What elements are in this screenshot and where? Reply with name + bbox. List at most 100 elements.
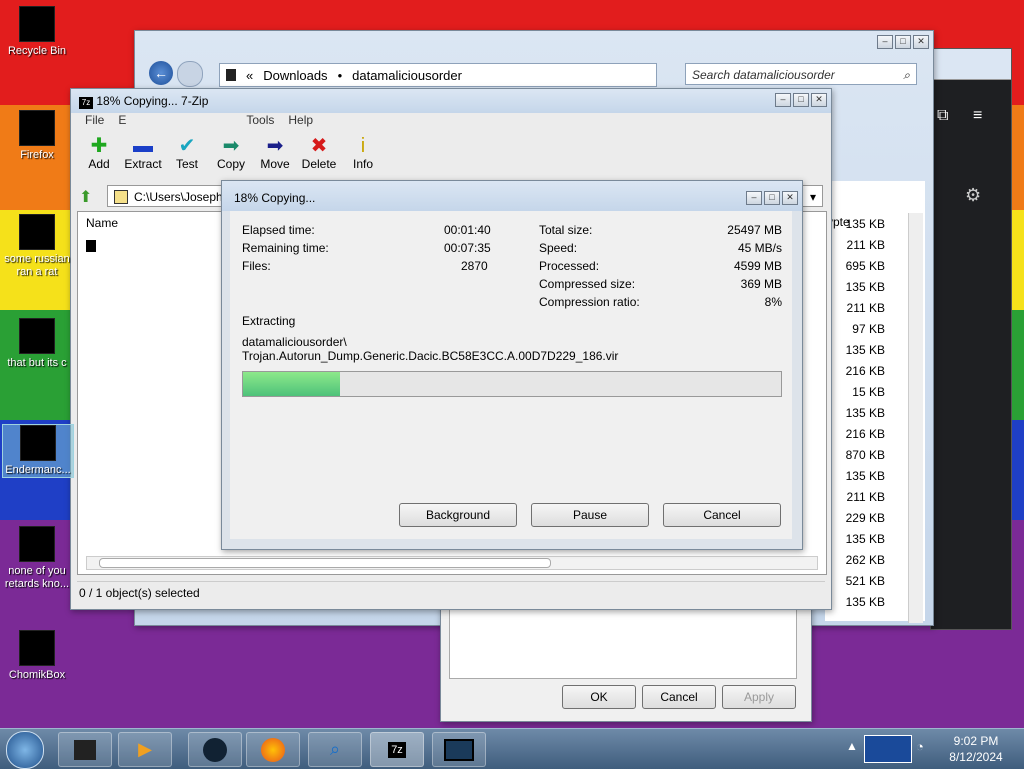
back-button[interactable]: ← <box>149 61 173 85</box>
start-button[interactable] <box>6 731 44 769</box>
desktop-icon[interactable]: Endermanc... <box>2 424 74 478</box>
desktop-icon[interactable]: that but its c <box>2 318 72 370</box>
menu-icon[interactable]: ≡ <box>973 107 982 125</box>
menu-help[interactable]: Help <box>288 113 313 131</box>
forward-button[interactable] <box>177 61 203 87</box>
test-button[interactable]: ✔ Test <box>165 135 209 171</box>
desktop: ⧉ ≡ ⚙ – □ ✕ ← « Downloads • datamaliciouso… <box>0 0 1024 728</box>
progress-dialog: 18% Copying... – □ ✕ Elapsed time: 00:01:4… <box>221 180 803 550</box>
scroll-thumb[interactable] <box>99 558 551 568</box>
scrollbar[interactable] <box>908 213 923 623</box>
taskbar-item-7zip[interactable]: 7z <box>370 732 424 767</box>
info-icon: i <box>360 135 366 157</box>
file-item-icon[interactable] <box>86 240 96 252</box>
search-input[interactable]: Search datamaliciousorder ⌕ <box>685 63 917 85</box>
browser-window-bg: ⧉ ≡ ⚙ <box>930 48 1012 630</box>
browser-caption <box>931 49 1011 80</box>
close-icon[interactable]: ✕ <box>913 35 929 49</box>
7zip-titlebar: 7z 18% Copying... 7-Zip <box>71 89 831 113</box>
taskbar-item-globe[interactable] <box>188 732 242 767</box>
breadcrumb-downloads[interactable]: Downloads <box>263 68 327 83</box>
minimize-icon[interactable]: – <box>746 191 762 205</box>
clock-time: 9:02 PM <box>953 734 999 748</box>
tray-overflow-icon[interactable]: ▲ <box>846 739 858 753</box>
info-label: Info <box>352 157 373 171</box>
apply-button[interactable]: Apply <box>722 685 796 709</box>
file-size-column: ypte 135 KB 211 KB 695 KB 135 KB 211 KB 97 KB… <box>825 181 925 623</box>
desktop-icon[interactable]: Recycle Bin <box>2 6 72 58</box>
firefox-icon <box>261 737 285 762</box>
breadcrumb-separator: « <box>246 67 254 83</box>
path-folder-icon <box>114 190 128 204</box>
taskbar-item-search[interactable]: ⌕ <box>308 732 362 767</box>
up-folder-icon[interactable]: ⬆ <box>79 187 99 207</box>
total-size-value: 25497 MB <box>727 223 782 237</box>
copy-label: Copy <box>216 157 245 171</box>
desktop-icon[interactable]: none of you retards kno... <box>2 526 72 591</box>
move-button[interactable]: ➡ Move <box>253 135 297 171</box>
taskbar-item-media[interactable]: ▶ <box>118 732 172 767</box>
add-button[interactable]: ✚ Add <box>77 135 121 171</box>
delete-label: Delete <box>301 157 337 171</box>
path-dropdown-icon[interactable]: ▾ <box>810 186 816 208</box>
taskbar-item-firefox[interactable] <box>246 732 300 767</box>
remaining-label: Remaining time: <box>242 241 329 255</box>
properties-content <box>449 607 797 679</box>
7zip-caption-buttons: – □ ✕ <box>775 93 827 107</box>
toolbar: ✚ Add ▬ Extract ✔ Test ➡ Copy ➡ Move ✖ Delete … <box>77 135 385 171</box>
minimize-icon[interactable]: – <box>775 93 791 107</box>
menu-edit[interactable]: E <box>118 113 126 131</box>
delete-button[interactable]: ✖ Delete <box>297 135 341 171</box>
speed-value: 45 MB/s <box>737 241 782 255</box>
desktop-icon-label: ChomikBox <box>8 669 66 681</box>
menu-file[interactable]: File <box>85 113 104 131</box>
taskbar: ▶ ⌕ 7z ▲ ◔ 9:02 PM 8/12/2024 <box>0 728 1024 769</box>
compression-ratio-label: Compression ratio: <box>539 295 640 309</box>
address-bar[interactable]: « Downloads • datamaliciousorder <box>219 63 657 87</box>
horizontal-scrollbar[interactable] <box>86 556 818 570</box>
desktop-icon[interactable]: ChomikBox <box>2 630 72 682</box>
maximize-icon[interactable]: □ <box>895 35 911 49</box>
desktop-icon[interactable]: Firefox <box>2 110 72 162</box>
add-label: Add <box>88 157 110 171</box>
test-label: Test <box>175 157 198 171</box>
maximize-icon[interactable]: □ <box>793 93 809 107</box>
progress-title: 18% Copying... <box>234 191 316 205</box>
extensions-icon[interactable]: ⧉ <box>937 107 948 125</box>
network-icon[interactable]: ◔ <box>916 739 924 754</box>
cancel-button[interactable]: Cancel <box>663 503 781 527</box>
minimize-icon[interactable]: – <box>877 35 893 49</box>
delete-icon: ✖ <box>310 135 328 157</box>
desktop-icon-image <box>19 6 55 42</box>
total-size-label: Total size: <box>539 223 593 237</box>
processed-label: Processed: <box>539 259 600 273</box>
taskbar-item-archive[interactable] <box>58 732 112 767</box>
copy-button[interactable]: ➡ Copy <box>209 135 253 171</box>
globe-icon <box>203 737 227 762</box>
desktop-icon-image <box>19 110 55 146</box>
extract-icon: ▬ <box>133 135 153 157</box>
info-button[interactable]: i Info <box>341 135 385 171</box>
desktop-icon-image <box>19 630 55 666</box>
tray-app-icon[interactable] <box>864 735 912 763</box>
desktop-icon[interactable]: some russian ran a rat <box>2 214 72 279</box>
background-button[interactable]: Background <box>399 503 517 527</box>
close-icon[interactable]: ✕ <box>782 191 798 205</box>
ok-button[interactable]: OK <box>562 685 636 709</box>
props-cancel-button[interactable]: Cancel <box>642 685 716 709</box>
name-column-header[interactable]: Name <box>86 216 118 230</box>
desktop-icon-image <box>19 214 55 250</box>
maximize-icon[interactable]: □ <box>764 191 780 205</box>
7zip-title: 18% Copying... 7-Zip <box>96 94 209 108</box>
close-icon[interactable]: ✕ <box>811 93 827 107</box>
search-placeholder: Search datamaliciousorder <box>692 68 835 82</box>
settings-gear-icon[interactable]: ⚙ <box>965 185 981 206</box>
breadcrumb-folder[interactable]: datamaliciousorder <box>352 68 462 83</box>
extract-button[interactable]: ▬ Extract <box>121 135 165 171</box>
clock[interactable]: 9:02 PM 8/12/2024 <box>936 733 1016 765</box>
pause-button[interactable]: Pause <box>531 503 649 527</box>
path-text: C:\Users\Joseph <box>134 190 223 204</box>
taskbar-item-window[interactable] <box>432 732 486 767</box>
desktop-icon-label: Recycle Bin <box>7 45 67 57</box>
menu-tools[interactable]: Tools <box>246 113 274 131</box>
